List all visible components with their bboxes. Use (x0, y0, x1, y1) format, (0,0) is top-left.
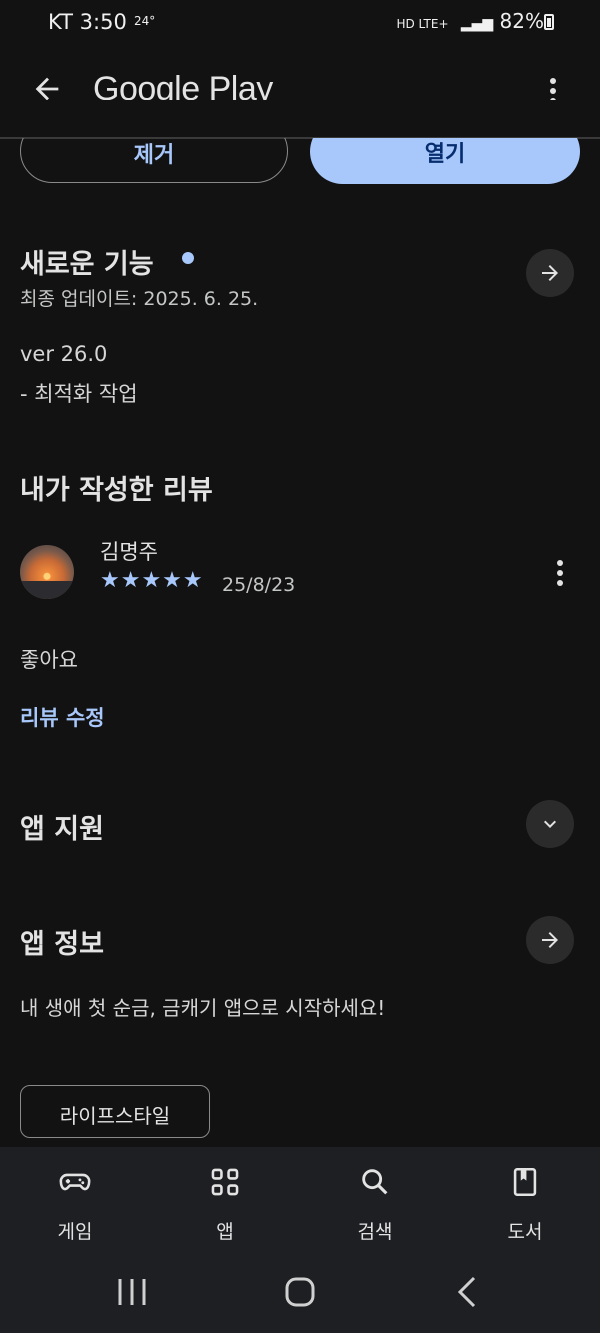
apps-grid-icon (211, 1168, 239, 1196)
app-description: 내 생애 첫 순금, 금캐기 앱으로 시작하세요! (20, 996, 386, 1020)
edit-review-link[interactable]: 리뷰 수정 (20, 702, 105, 732)
nav-item-search[interactable]: 검색 (300, 1147, 450, 1257)
reviewer-name: 김명주 (100, 540, 158, 564)
system-nav-bar (0, 1257, 600, 1333)
clock: 3:50 (79, 10, 127, 34)
review-more-icon[interactable] (546, 556, 574, 590)
signal-icon: ▂▄▆ (460, 16, 494, 32)
temperature: 24° (134, 14, 156, 28)
arrow-forward-icon (542, 932, 558, 948)
book-icon (513, 1167, 537, 1197)
bottom-nav: 게임 앱 검색 도서 (0, 1147, 600, 1257)
uninstall-label: 제거 (133, 143, 175, 168)
carrier: KT (48, 10, 73, 34)
search-icon (362, 1169, 388, 1195)
review-text: 좋아요 (20, 648, 78, 672)
whats-new-arrow-button[interactable] (526, 249, 574, 297)
version-text: ver 26.0 (20, 342, 108, 366)
battery-icon (544, 14, 554, 30)
nav-label-search: 검색 (357, 1221, 393, 1243)
home-icon[interactable] (283, 1275, 317, 1309)
nav-label-books: 도서 (507, 1221, 543, 1243)
back-nav-icon[interactable] (454, 1275, 480, 1309)
star-rating: ★★★★★ (100, 568, 204, 593)
category-chip[interactable]: 라이프스타일 (20, 1085, 210, 1138)
category-chip-label: 라이프스타일 (59, 1104, 171, 1128)
app-bar-overlay (0, 100, 600, 138)
status-bar: KT 3:50 24° HD LTE+ ▂▄▆ 82% (0, 0, 600, 44)
avatar (20, 545, 74, 599)
app-support-title: 앱 지원 (20, 814, 104, 845)
chevron-down-icon (544, 820, 556, 828)
app-support-expand-button[interactable] (526, 800, 574, 848)
app-bar-divider (0, 137, 600, 138)
app-info-title: 앱 정보 (20, 929, 104, 960)
nav-item-apps[interactable]: 앱 (150, 1147, 300, 1257)
gamepad-icon (59, 1173, 91, 1191)
nav-label-games: 게임 (57, 1221, 93, 1243)
network-indicator: HD LTE+ (396, 17, 449, 31)
status-carrier-time: KT 3:50 (48, 10, 127, 34)
nav-label-apps: 앱 (216, 1221, 234, 1243)
arrow-forward-icon (542, 265, 558, 281)
status-right: HD LTE+ ▂▄▆ 82% (396, 9, 544, 33)
review-date: 25/8/23 (222, 574, 296, 596)
recent-apps-icon[interactable] (116, 1275, 148, 1309)
new-indicator-dot (182, 252, 194, 264)
last-updated: 최종 업데이트: 2025. 6. 25. (20, 288, 259, 310)
whats-new-title: 새로운 기능 (20, 249, 154, 280)
nav-item-games[interactable]: 게임 (0, 1147, 150, 1257)
nav-item-books[interactable]: 도서 (450, 1147, 600, 1257)
my-review-title: 내가 작성한 리뷰 (20, 475, 213, 506)
app-info-arrow-button[interactable] (526, 916, 574, 964)
battery-percent: 82% (499, 9, 544, 33)
open-label: 열기 (424, 142, 466, 167)
update-notes: - 최적화 작업 (20, 382, 138, 406)
